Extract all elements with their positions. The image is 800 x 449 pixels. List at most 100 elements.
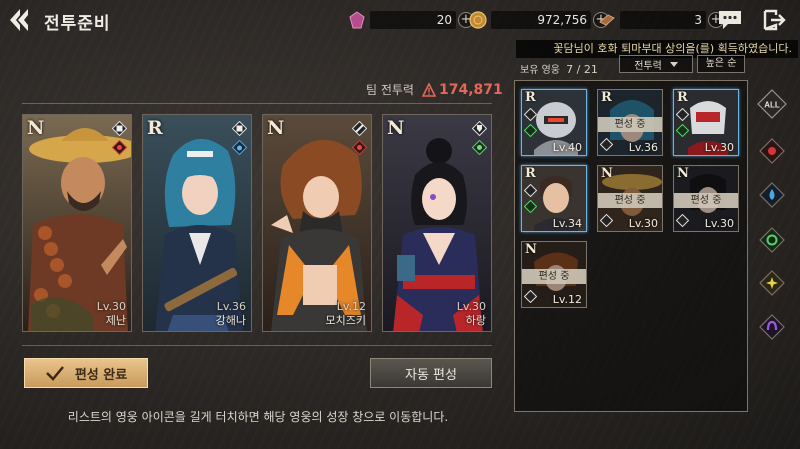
rank-letter: N — [525, 242, 537, 257]
filter-fire-button[interactable] — [757, 136, 787, 166]
light-element-icon — [759, 270, 785, 296]
team-power-label: 팀 전투력 — [366, 83, 414, 97]
formation-complete-button[interactable]: 편성 완료 — [24, 358, 148, 388]
back-button[interactable] — [6, 6, 34, 34]
gold-coin-icon — [469, 11, 487, 29]
hero-level: Lv.30 — [704, 217, 734, 230]
roster-hero-slot[interactable]: R 편성 중 Lv.36 — [597, 89, 663, 156]
filter-dark-button[interactable] — [757, 312, 787, 342]
hero-level: Lv.40 — [552, 141, 582, 154]
diamond-frame-icon: ALL — [757, 89, 787, 119]
crystal-value: 20 — [370, 11, 456, 29]
owned-heroes-count: 7 / 21 — [566, 63, 598, 76]
sword-skill-icon — [352, 121, 367, 136]
rank-letter: R — [601, 90, 612, 105]
rank-letter: N — [27, 117, 45, 139]
hero-level: Lv.12 — [552, 293, 582, 306]
hero-level: Lv.34 — [552, 217, 582, 230]
in-formation-tag: 편성 중 — [598, 193, 662, 208]
hero-name: 모치즈키 — [325, 314, 366, 327]
shield-skill-icon — [472, 121, 487, 136]
hero-card[interactable]: N Lv.30 하랑 — [382, 114, 492, 332]
wind-element-icon — [472, 140, 487, 155]
hero-roster[interactable]: R Lv.40 R 편성 중 Lv.36 R Lv.30 R Lv.34 N 편… — [514, 80, 748, 412]
water-element-icon — [232, 140, 247, 155]
wind-element-icon — [524, 200, 537, 213]
skill-icon — [524, 184, 537, 197]
filter-wind-button[interactable] — [757, 225, 787, 255]
warning-icon — [421, 82, 436, 97]
filter-all-button[interactable]: ALL — [757, 89, 787, 119]
hero-name: 강해나 — [215, 314, 246, 327]
fire-element-icon — [352, 140, 367, 155]
owned-heroes-label: 보유 영웅 — [520, 65, 560, 76]
in-formation-tag: 편성 중 — [522, 269, 586, 284]
water-element-icon — [759, 182, 785, 208]
skill-icon — [676, 214, 689, 227]
roster-hero-slot[interactable]: N 편성 중 Lv.30 — [597, 165, 663, 232]
roster-hero-slot[interactable]: N 편성 중 Lv.12 — [521, 241, 587, 308]
skill-icon — [232, 121, 247, 136]
hero-level: Lv.36 — [628, 141, 658, 154]
hero-level: Lv.30 — [628, 217, 658, 230]
rank-letter: R — [677, 90, 688, 105]
chat-button[interactable] — [716, 8, 744, 32]
team-power-value: 174,871 — [438, 81, 503, 98]
crystal-counter: 20 + — [348, 10, 474, 30]
dark-element-icon — [759, 314, 785, 340]
roster-hero-slot[interactable]: R Lv.40 — [521, 89, 587, 156]
wind-element-icon — [759, 227, 785, 253]
team-power: 팀 전투력 174,871 — [366, 81, 503, 98]
exit-door-icon — [763, 9, 786, 31]
sort-dropdown[interactable]: 전투력 — [619, 55, 693, 73]
wind-element-icon — [676, 124, 689, 137]
in-formation-tag: 편성 중 — [598, 117, 662, 132]
auto-formation-button[interactable]: 자동 편성 — [370, 358, 492, 388]
filter-all-label: ALL — [764, 101, 780, 110]
owned-heroes: 보유 영웅 7 / 21 — [520, 61, 598, 76]
roster-hero-slot[interactable]: R Lv.34 — [521, 165, 587, 232]
gold-counter: 972,756 + — [469, 10, 609, 30]
rank-letter: R — [525, 90, 536, 105]
skill-icon — [676, 108, 689, 121]
divider — [22, 103, 492, 104]
rank-letter: N — [677, 166, 689, 181]
hero-card[interactable]: N Lv.12 모치즈키 — [262, 114, 372, 332]
chevron-down-icon — [669, 61, 678, 67]
ticket-icon — [599, 14, 615, 26]
check-icon — [45, 366, 64, 381]
sort-order-button[interactable]: 높은 순 — [697, 55, 745, 73]
rank-letter: R — [147, 117, 163, 139]
formation-complete-label: 편성 완료 — [74, 367, 128, 383]
skill-icon — [600, 214, 613, 227]
hero-name: 제난 — [105, 314, 126, 327]
ticket-counter: 3 + — [598, 10, 724, 30]
crystal-icon — [349, 11, 365, 29]
roster-hero-slot[interactable]: N 편성 중 Lv.30 — [673, 165, 739, 232]
wind-element-icon — [524, 124, 537, 137]
hero-card[interactable]: R Lv.36 강해나 — [142, 114, 252, 332]
gold-value: 972,756 — [491, 11, 591, 29]
rank-letter: N — [601, 166, 613, 181]
rank-letter: N — [387, 117, 405, 139]
rank-letter: R — [525, 166, 536, 181]
chat-bubble-icon — [719, 11, 741, 29]
auto-formation-label: 자동 편성 — [405, 367, 457, 383]
fire-element-icon — [112, 140, 127, 155]
hero-card[interactable]: N Lv.30 제난 — [22, 114, 132, 332]
sort-dropdown-label: 전투력 — [634, 60, 662, 72]
filter-light-button[interactable] — [757, 268, 787, 298]
divider — [22, 345, 492, 346]
filter-water-button[interactable] — [757, 180, 787, 210]
rank-letter: N — [267, 117, 285, 139]
back-arrow-icon — [10, 9, 28, 31]
exit-button[interactable] — [762, 8, 788, 32]
sword-skill-icon — [524, 290, 537, 303]
skill-icon — [600, 138, 613, 151]
hero-level: Lv.30 — [704, 141, 734, 154]
skill-icon — [112, 121, 127, 136]
roster-hero-slot[interactable]: R Lv.30 — [673, 89, 739, 156]
page-title: 전투준비 — [44, 14, 111, 34]
fire-element-icon — [759, 138, 785, 164]
in-formation-tag: 편성 중 — [674, 193, 738, 208]
